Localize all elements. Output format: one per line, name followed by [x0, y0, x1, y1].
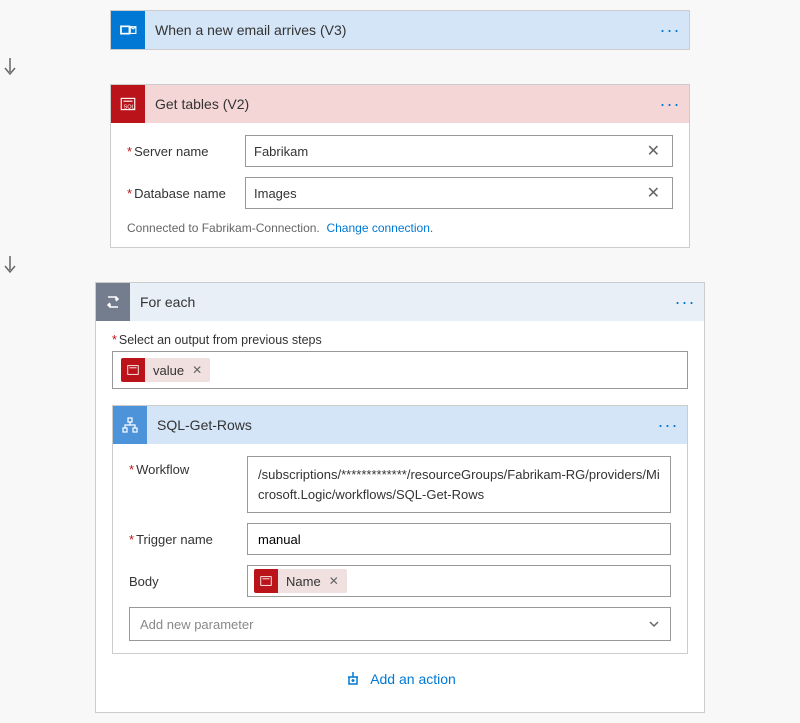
more-menu-button[interactable]: ··· — [655, 89, 685, 119]
required-mark: * — [129, 532, 134, 547]
select-output-label: Select an output from previous steps — [119, 333, 322, 347]
more-menu-button[interactable]: ··· — [653, 410, 683, 440]
more-menu-button[interactable]: ··· — [655, 15, 685, 45]
value-token[interactable]: value ✕ — [121, 358, 210, 382]
sql-icon — [254, 569, 278, 593]
clear-icon[interactable]: ✕ — [643, 141, 664, 161]
trigger-title: When a new email arrives (V3) — [145, 22, 655, 38]
trigger-header[interactable]: When a new email arrives (V3) ··· — [111, 11, 689, 49]
sql-icon: SQL — [111, 85, 145, 123]
add-step-icon — [344, 670, 362, 688]
connector-arrow — [0, 248, 800, 282]
body-field: Body Name ✕ — [129, 565, 671, 597]
for-each-title: For each — [130, 294, 670, 310]
get-tables-title: Get tables (V2) — [145, 96, 655, 112]
server-name-input[interactable]: Fabrikam ✕ — [245, 135, 673, 167]
required-mark: * — [129, 462, 134, 477]
remove-token-icon[interactable]: ✕ — [192, 363, 210, 377]
required-mark: * — [112, 333, 117, 347]
name-token[interactable]: Name ✕ — [254, 569, 347, 593]
workflow-icon — [113, 406, 147, 444]
trigger-card: When a new email arrives (V3) ··· — [110, 10, 690, 50]
sql-get-rows-card: SQL-Get-Rows ··· *Workflow /subscription… — [112, 405, 688, 654]
loop-icon — [96, 283, 130, 321]
more-menu-button[interactable]: ··· — [670, 287, 700, 317]
for-each-card: For each ··· *Select an output from prev… — [95, 282, 705, 713]
remove-token-icon[interactable]: ✕ — [329, 574, 347, 588]
trigger-name-input[interactable]: manual — [247, 523, 671, 555]
get-tables-card: SQL Get tables (V2) ··· *Server name Fab… — [110, 84, 690, 248]
outlook-icon — [111, 11, 145, 49]
connection-text: Connected to Fabrikam-Connection. Change… — [127, 219, 673, 235]
body-input[interactable]: Name ✕ — [247, 565, 671, 597]
database-name-field: *Database name Images ✕ — [127, 177, 673, 209]
add-parameter-dropdown[interactable]: Add new parameter — [129, 607, 671, 641]
database-name-input[interactable]: Images ✕ — [245, 177, 673, 209]
connector-arrow — [0, 50, 800, 84]
sql-icon — [121, 358, 145, 382]
get-tables-header[interactable]: SQL Get tables (V2) ··· — [111, 85, 689, 123]
required-mark: * — [127, 186, 132, 201]
required-mark: * — [127, 144, 132, 159]
svg-text:SQL: SQL — [124, 105, 135, 111]
for-each-header[interactable]: For each ··· — [96, 283, 704, 321]
select-output-input[interactable]: value ✕ — [112, 351, 688, 389]
workflow-input[interactable]: /subscriptions/*************/resourceGro… — [247, 456, 671, 513]
add-action-button[interactable]: Add an action — [112, 654, 688, 700]
server-name-field: *Server name Fabrikam ✕ — [127, 135, 673, 167]
workflow-field: *Workflow /subscriptions/*************/r… — [129, 456, 671, 513]
clear-icon[interactable]: ✕ — [643, 183, 664, 203]
sql-get-rows-header[interactable]: SQL-Get-Rows ··· — [113, 406, 687, 444]
trigger-name-field: *Trigger name manual — [129, 523, 671, 555]
change-connection-link[interactable]: Change connection. — [326, 221, 433, 235]
sql-get-rows-title: SQL-Get-Rows — [147, 417, 653, 433]
